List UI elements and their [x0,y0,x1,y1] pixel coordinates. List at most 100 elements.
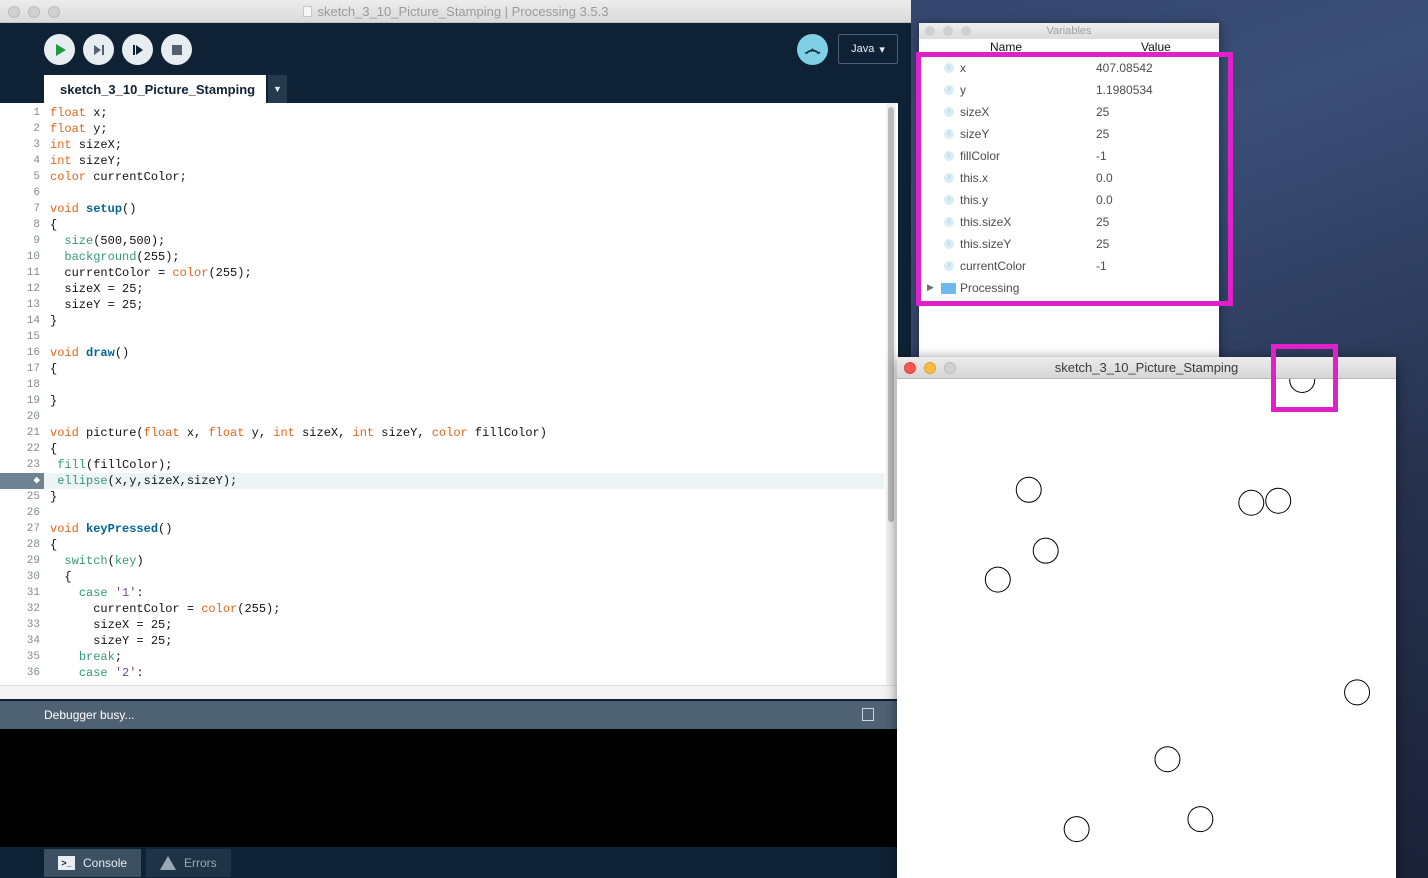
run-button[interactable] [44,34,75,65]
line-number[interactable]: 13 [0,297,40,313]
tab-errors[interactable]: Errors [146,849,231,877]
line-number[interactable]: 19 [0,393,40,409]
code-line[interactable]: 22 { [0,441,884,457]
line-number[interactable]: 34 [0,633,40,649]
continue-button[interactable] [122,34,153,65]
code-line[interactable]: 35 break; [0,649,884,665]
line-number[interactable]: 32 [0,601,40,617]
line-number[interactable]: 1 [0,105,40,121]
zoom-icon[interactable] [944,362,956,374]
tab-menu-button[interactable]: ▼ [268,75,287,103]
line-number[interactable]: 20 [0,409,40,425]
line-number[interactable]: 17 [0,361,40,377]
code-line[interactable]: 25} [0,489,884,505]
editor-vertical-scrollbar[interactable] [886,103,896,685]
code-line[interactable]: 17 { [0,361,884,377]
line-number[interactable]: 7 [0,201,40,217]
line-number[interactable]: 8 [0,217,40,233]
ide-titlebar[interactable]: sketch_3_10_Picture_Stamping | Processin… [0,0,911,23]
code-line[interactable]: 3 int sizeX; [0,137,884,153]
close-icon[interactable] [925,26,935,36]
copy-icon[interactable] [862,708,874,721]
line-number[interactable]: 9 [0,233,40,249]
line-number[interactable]: 11 [0,265,40,281]
code-line[interactable]: 30 { [0,569,884,585]
code-text: } [50,394,58,408]
code-line[interactable]: 11 currentColor = color(255); [0,265,884,281]
line-number[interactable]: 29 [0,553,40,569]
code-line[interactable]: 26 [0,505,884,521]
processing-logo-icon[interactable]: ෴ [797,34,828,65]
line-number[interactable]: 15 [0,329,40,345]
tab-errors-label: Errors [184,856,217,870]
line-number[interactable]: 5 [0,169,40,185]
tab-sketch[interactable]: sketch_3_10_Picture_Stamping [44,75,266,103]
code-line[interactable]: 21 void picture(float x, float y, int siz… [0,425,884,441]
line-number[interactable]: 12 [0,281,40,297]
line-number[interactable]: 18 [0,377,40,393]
code-line[interactable]: 19} [0,393,884,409]
code-line[interactable]: 10 background(255); [0,249,884,265]
minimize-icon[interactable] [943,26,953,36]
code-line[interactable]: ◆ ellipse(x,y,sizeX,sizeY); [0,473,884,489]
code-line[interactable]: 1 float x; [0,105,884,121]
line-number[interactable]: 31 [0,585,40,601]
step-button[interactable] [83,34,114,65]
code-line[interactable]: 23 fill(fillColor); [0,457,884,473]
code-line[interactable]: 20 [0,409,884,425]
code-line[interactable]: 2 float y; [0,121,884,137]
code-editor[interactable]: 1 float x; 2 float y; 3 int sizeX; 4 int sizeY;… [0,103,898,685]
code-line[interactable]: 7 void setup() [0,201,884,217]
code-line[interactable]: 33 sizeX = 25; [0,617,884,633]
code-line[interactable]: 14} [0,313,884,329]
line-number[interactable]: 30 [0,569,40,585]
code-line[interactable]: 9 size(500,500); [0,233,884,249]
line-number[interactable]: 2 [0,121,40,137]
line-number[interactable]: 33 [0,617,40,633]
code-line[interactable]: 13 sizeY = 25; [0,297,884,313]
line-number[interactable]: 27 [0,521,40,537]
line-number[interactable]: 36 [0,665,40,681]
line-number[interactable]: 28 [0,537,40,553]
code-line[interactable]: 18 [0,377,884,393]
code-line[interactable]: 6 [0,185,884,201]
sketch-canvas[interactable] [897,379,1396,878]
line-number[interactable]: 4 [0,153,40,169]
code-line[interactable]: 4 int sizeY; [0,153,884,169]
line-number[interactable]: 6 [0,185,40,201]
code-line[interactable]: 31 case '1': [0,585,884,601]
line-number[interactable]: 21 [0,425,40,441]
scrollbar-thumb[interactable] [888,107,894,522]
variables-titlebar[interactable]: Variables [919,23,1219,39]
line-number[interactable]: 26 [0,505,40,521]
close-icon[interactable] [904,362,916,374]
line-number[interactable]: 23 [0,457,40,473]
code-line[interactable]: 29 switch(key) [0,553,884,569]
code-line[interactable]: 5 color currentColor; [0,169,884,185]
mode-selector[interactable]: Java ▾ [838,34,898,64]
tab-console[interactable]: >_ Console [44,849,142,877]
zoom-icon[interactable] [961,26,971,36]
code-line[interactable]: 8{ [0,217,884,233]
code-line[interactable]: 16 void draw() [0,345,884,361]
code-line[interactable]: 27 void keyPressed() [0,521,884,537]
code-line[interactable]: 32 currentColor = color(255); [0,601,884,617]
code-line[interactable]: 15 [0,329,884,345]
editor-horizontal-scrollbar[interactable] [0,685,898,699]
code-line[interactable]: 36 case '2': [0,665,884,681]
code-text: } [50,490,58,504]
line-number[interactable]: 35 [0,649,40,665]
console-output[interactable] [0,729,898,847]
line-number[interactable]: 22 [0,441,40,457]
line-number[interactable]: 16 [0,345,40,361]
breakpoint-marker[interactable]: ◆ [0,473,44,489]
code-line[interactable]: 34 sizeY = 25; [0,633,884,649]
line-number[interactable]: 3 [0,137,40,153]
line-number[interactable]: 10 [0,249,40,265]
stop-button[interactable] [161,34,192,65]
code-line[interactable]: 28 { [0,537,884,553]
code-line[interactable]: 12 sizeX = 25; [0,281,884,297]
line-number[interactable]: 25 [0,489,40,505]
minimize-icon[interactable] [924,362,936,374]
line-number[interactable]: 14 [0,313,40,329]
